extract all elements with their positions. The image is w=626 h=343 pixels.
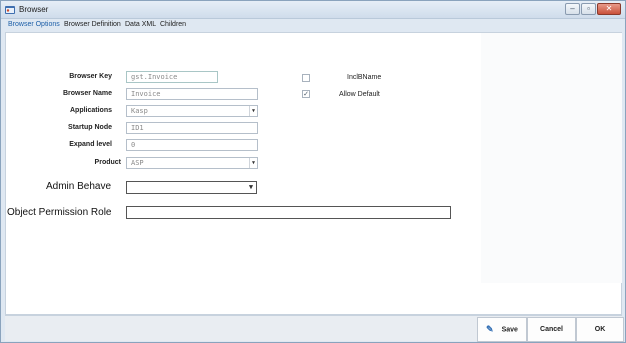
chevron-down-icon[interactable]: ▼ <box>246 182 256 192</box>
browser-name-label: Browser Name <box>62 90 112 97</box>
minimize-button[interactable]: – <box>565 3 580 15</box>
save-button[interactable]: ✎ Save <box>477 317 527 342</box>
expand-level-label: Expand level <box>69 141 112 148</box>
save-label: Save <box>501 326 518 334</box>
product-label: Product <box>94 159 121 166</box>
allow-default-checkbox[interactable]: ✓ <box>302 90 310 98</box>
admin-behave-label: Admin Behave <box>46 181 112 192</box>
allow-default-label: Allow Default <box>339 91 380 98</box>
maximize-icon: ▫ <box>587 4 590 13</box>
applications-select[interactable]: Kasp ▼ <box>126 105 258 117</box>
close-button[interactable]: ✕ <box>597 3 621 15</box>
browser-name-field[interactable]: Invoice <box>126 88 258 100</box>
browser-window: Browser – ▫ ✕ Browser Options Browser De… <box>0 0 626 343</box>
product-select[interactable]: ASP ▼ <box>126 157 258 169</box>
product-value: ASP <box>131 159 144 167</box>
app-icon <box>5 6 15 14</box>
tab-browser-options[interactable]: Browser Options <box>8 21 60 28</box>
startup-node-label: Startup Node <box>68 124 112 131</box>
applications-value: Kasp <box>131 107 148 115</box>
close-icon: ✕ <box>605 4 613 13</box>
tab-data-xml[interactable]: Data XML <box>125 21 156 28</box>
chevron-down-icon[interactable]: ▼ <box>249 106 257 116</box>
browser-key-label: Browser Key <box>69 73 112 80</box>
ok-button[interactable]: OK <box>576 317 624 342</box>
browser-options-panel: Browser Key gst.Invoice Browser Name Inv… <box>5 32 622 315</box>
incl-bname-checkbox[interactable] <box>302 74 310 82</box>
pencil-icon: ✎ <box>486 324 494 334</box>
expand-level-field[interactable]: 0 <box>126 139 258 151</box>
side-area <box>481 33 622 283</box>
tab-children[interactable]: Children <box>160 21 186 28</box>
check-icon: ✓ <box>303 91 309 98</box>
cancel-button[interactable]: Cancel <box>527 317 576 342</box>
startup-node-field[interactable]: ID1 <box>126 122 258 134</box>
tab-browser-definition[interactable]: Browser Definition <box>64 21 121 28</box>
applications-label: Applications <box>69 107 112 114</box>
maximize-button[interactable]: ▫ <box>581 3 596 15</box>
object-permission-role-field[interactable] <box>126 206 451 219</box>
chevron-down-icon[interactable]: ▼ <box>249 158 257 168</box>
window-title: Browser <box>19 5 49 14</box>
browser-key-field[interactable]: gst.Invoice <box>126 71 218 83</box>
minimize-icon: – <box>570 4 575 13</box>
incl-bname-label: InclBName <box>347 74 382 81</box>
admin-behave-select[interactable]: ▼ <box>126 181 257 194</box>
title-bar: Browser – ▫ ✕ <box>1 1 625 19</box>
object-permission-role-label: Object Permission Role <box>7 207 112 218</box>
